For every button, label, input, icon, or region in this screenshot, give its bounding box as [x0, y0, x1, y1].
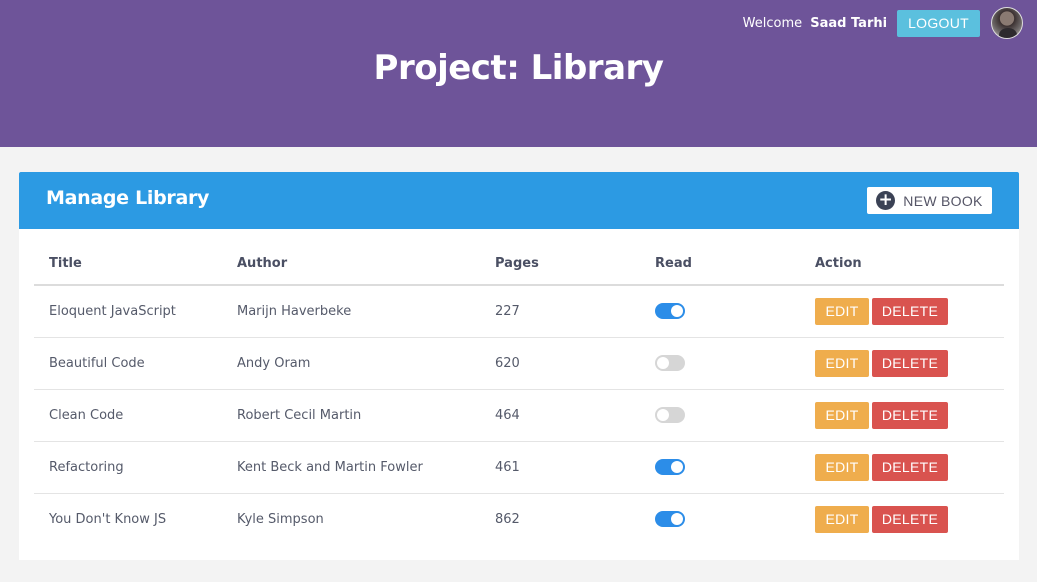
edit-button[interactable]: EDIT — [815, 349, 869, 377]
manage-library-card: Manage Library + NEW BOOK Title Author P… — [19, 172, 1019, 560]
read-cell — [640, 337, 800, 390]
toggle-knob — [671, 461, 683, 473]
read-cell — [640, 493, 800, 545]
page-header: Welcome Saad Tarhi LOGOUT Project: Libra… — [0, 0, 1037, 147]
book-title: Eloquent JavaScript — [34, 285, 222, 338]
book-author: Kent Beck and Martin Fowler — [222, 441, 480, 494]
table-row: Beautiful Code Andy Oram 620 EDIT DELETE — [34, 337, 1004, 390]
table-row: Refactoring Kent Beck and Martin Fowler 46… — [34, 441, 1004, 494]
logout-button[interactable]: LOGOUT — [897, 9, 980, 37]
action-cell: EDIT DELETE — [800, 389, 1004, 442]
delete-button[interactable]: DELETE — [872, 297, 948, 325]
column-header-action: Action — [800, 248, 1004, 286]
user-name: Saad Tarhi — [810, 15, 888, 31]
book-author: Kyle Simpson — [237, 511, 324, 527]
card-title: Manage Library — [46, 187, 210, 209]
new-book-button[interactable]: + NEW BOOK — [867, 187, 992, 214]
read-toggle[interactable] — [655, 407, 685, 423]
table-row: Clean Code Robert Cecil Martin 464 EDIT DELE… — [34, 389, 1004, 442]
book-title: You Don't Know JS — [49, 511, 167, 527]
toggle-knob — [671, 305, 683, 318]
card-header: Manage Library + NEW BOOK — [19, 172, 1019, 229]
table-row: Eloquent JavaScript Marijn Haverbeke 227 ED… — [34, 285, 1004, 338]
book-title: Refactoring — [34, 441, 222, 494]
book-pages: 227 — [480, 285, 640, 338]
delete-button[interactable]: DELETE — [872, 453, 948, 481]
book-pages: 862 — [495, 511, 520, 527]
books-table: Title Author Pages Read Action Eloquent … — [34, 248, 1004, 545]
toggle-knob — [671, 513, 683, 526]
read-cell — [640, 285, 800, 338]
plus-circle-icon: + — [876, 191, 896, 210]
avatar[interactable] — [991, 7, 1023, 39]
column-header-read: Read — [640, 248, 800, 286]
book-pages: 461 — [480, 441, 640, 494]
edit-button[interactable]: EDIT — [815, 401, 869, 429]
edit-button[interactable]: EDIT — [815, 453, 869, 481]
welcome-label: Welcome — [742, 15, 803, 31]
book-author: Marijn Haverbeke — [222, 285, 480, 338]
book-title: Beautiful Code — [34, 337, 222, 390]
table-row: You Don't Know JS Kyle Simpson 862 EDIT DELE… — [34, 493, 1004, 545]
delete-button[interactable]: DELETE — [872, 349, 948, 377]
book-pages: 620 — [480, 337, 640, 390]
read-toggle[interactable] — [655, 459, 685, 475]
read-toggle[interactable] — [655, 511, 685, 528]
read-toggle[interactable] — [655, 355, 685, 371]
read-toggle[interactable] — [655, 303, 685, 320]
read-cell — [640, 441, 800, 494]
edit-button[interactable]: EDIT — [815, 505, 869, 533]
column-header-author: Author — [222, 248, 480, 286]
book-author: Andy Oram — [222, 337, 480, 390]
book-author: Robert Cecil Martin — [222, 389, 480, 442]
edit-button[interactable]: EDIT — [815, 297, 869, 325]
welcome-text: Welcome Saad Tarhi — [743, 16, 887, 31]
action-cell: EDIT DELETE — [800, 285, 1004, 338]
user-bar: Welcome Saad Tarhi LOGOUT — [743, 7, 1023, 39]
toggle-knob — [657, 357, 669, 369]
page-title: Project: Library — [373, 48, 664, 88]
action-cell: EDIT DELETE — [800, 441, 1004, 494]
delete-button[interactable]: DELETE — [872, 505, 948, 533]
toggle-knob — [657, 409, 669, 421]
delete-button[interactable]: DELETE — [872, 401, 948, 429]
column-header-pages: Pages — [480, 248, 640, 286]
book-title: Clean Code — [34, 389, 222, 442]
action-cell: EDIT DELETE — [800, 337, 1004, 390]
read-cell — [640, 389, 800, 442]
book-pages: 464 — [480, 389, 640, 442]
action-cell: EDIT DELETE — [800, 493, 1004, 545]
table-header-row: Title Author Pages Read Action — [34, 248, 1004, 286]
column-header-title: Title — [34, 248, 222, 286]
new-book-label: NEW BOOK — [903, 192, 983, 209]
